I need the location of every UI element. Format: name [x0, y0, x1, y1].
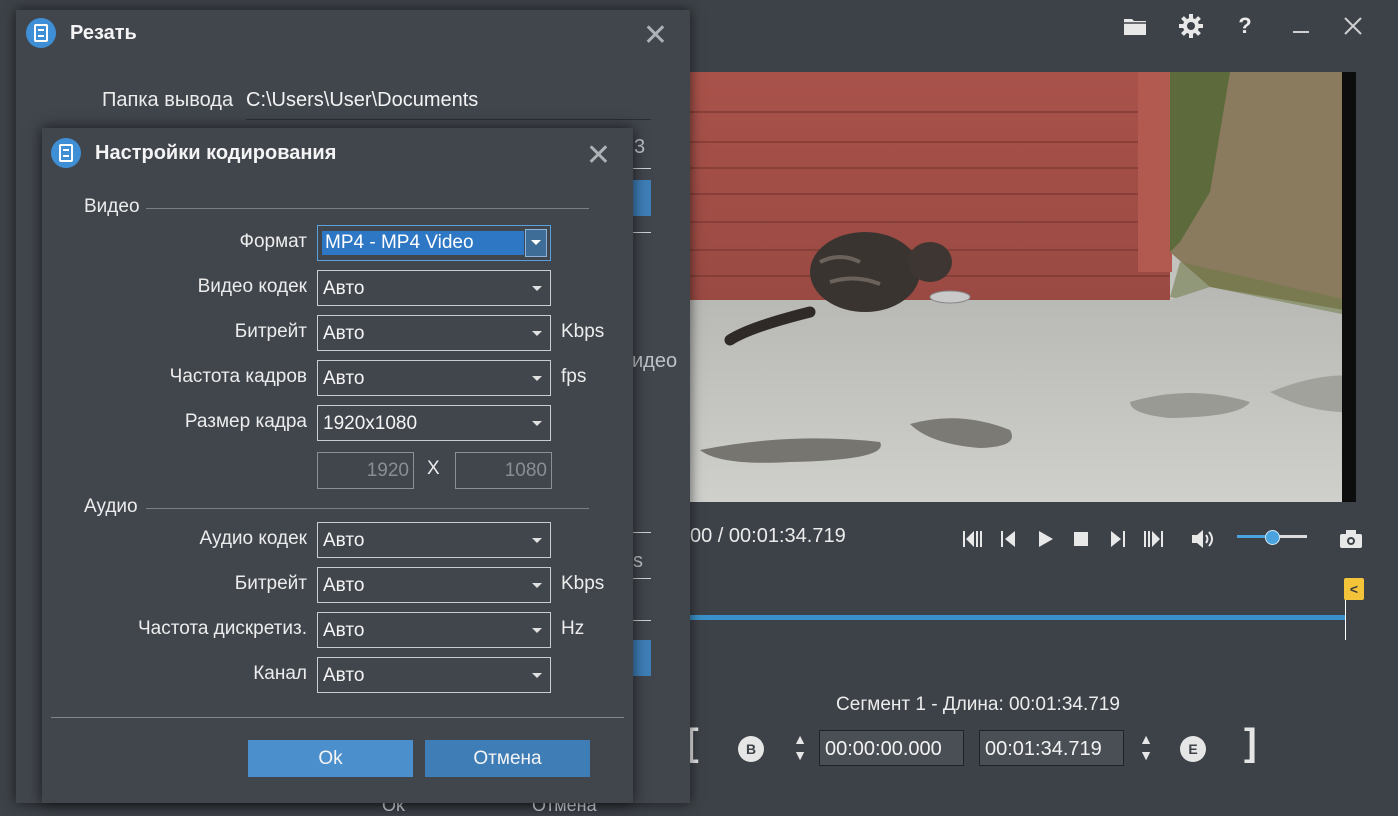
audio-codec-select[interactable]: Авто — [317, 522, 551, 558]
top-toolbar: ? — [1115, 8, 1398, 44]
audio-codec-label: Аудио кодек — [199, 528, 307, 549]
peek-blue-button-2[interactable] — [633, 640, 651, 676]
ok-button[interactable]: Ok — [248, 740, 413, 777]
chevron-down-icon[interactable] — [525, 229, 547, 257]
timeline-end-marker[interactable]: < — [1344, 578, 1364, 600]
format-select[interactable]: MP4 - MP4 Video — [317, 225, 551, 261]
chevron-down-icon — [532, 421, 542, 426]
peek-field-underline — [633, 168, 651, 169]
close-icon[interactable]: ✕ — [643, 18, 668, 53]
audio-codec-value: Авто — [323, 530, 365, 551]
audio-section-divider — [146, 508, 589, 509]
video-section-heading: Видео — [84, 196, 140, 217]
timeline-track[interactable] — [690, 615, 1345, 620]
video-bitrate-label: Битрейт — [234, 321, 307, 342]
folder-icon[interactable] — [1117, 8, 1153, 44]
audio-bitrate-label: Битрейт — [234, 573, 307, 594]
video-bitrate-unit: Kbps — [561, 321, 605, 342]
video-codec-select[interactable]: Авто — [317, 270, 551, 306]
sample-rate-select[interactable]: Авто — [317, 612, 551, 648]
volume-slider[interactable] — [1237, 530, 1307, 545]
minimize-icon[interactable] — [1283, 8, 1319, 44]
video-letterbox — [1342, 72, 1356, 502]
peek-divider-4 — [633, 620, 651, 621]
gear-icon[interactable] — [1173, 8, 1209, 44]
dialog-footer-divider — [51, 717, 624, 718]
chevron-down-icon — [532, 286, 542, 291]
chevron-down-icon — [532, 673, 542, 678]
audio-section-heading: Аудио — [84, 496, 138, 517]
chevron-down-icon — [532, 538, 542, 543]
sample-rate-value: Авто — [323, 620, 365, 641]
peek-divider — [633, 232, 651, 233]
video-bitrate-select[interactable]: Авто — [317, 315, 551, 351]
video-bitrate-value: Авто — [323, 323, 365, 344]
audio-bitrate-value: Авто — [323, 575, 365, 596]
set-begin-button[interactable]: B — [738, 736, 764, 762]
peek-divider-3 — [633, 578, 651, 579]
time-display: 00 / 00:01:34.719 — [690, 525, 846, 547]
camera-icon[interactable] — [1336, 525, 1366, 553]
film-app-icon — [26, 18, 56, 48]
peek-s-label: s — [633, 550, 643, 572]
output-folder-input[interactable]: C:\Users\User\Documents — [246, 89, 651, 120]
step-forward-icon[interactable] — [1102, 525, 1132, 553]
format-label: Формат — [239, 231, 308, 252]
end-time-stepper[interactable]: ▲ ▼ — [1134, 731, 1158, 767]
segment-end-bracket-icon[interactable]: ] — [1244, 722, 1257, 765]
output-folder-label: Папка вывода — [102, 89, 234, 111]
channel-value: Авто — [323, 665, 365, 686]
frame-size-x-label: X — [427, 458, 440, 479]
video-section-divider — [146, 208, 589, 209]
volume-icon[interactable] — [1188, 525, 1218, 553]
close-icon[interactable] — [1335, 8, 1371, 44]
video-preview[interactable] — [690, 72, 1356, 502]
frame-rate-label: Частота кадров — [169, 366, 307, 387]
channel-select[interactable]: Авто — [317, 657, 551, 693]
frame-rate-value: Авто — [323, 368, 365, 389]
frame-rate-unit: fps — [561, 366, 587, 387]
play-icon[interactable] — [1030, 525, 1060, 553]
frame-width-input[interactable]: 1920 — [317, 452, 414, 489]
chevron-down-icon — [532, 376, 542, 381]
peek-video-label: идео — [632, 350, 678, 372]
frame-forward-icon[interactable] — [1138, 525, 1168, 553]
frame-size-value: 1920x1080 — [323, 413, 418, 434]
frame-size-select[interactable]: 1920x1080 — [317, 405, 551, 441]
volume-knob[interactable] — [1265, 530, 1280, 545]
sample-rate-label: Частота дискретиз. — [137, 618, 307, 639]
peek-divider-2 — [633, 532, 651, 533]
audio-bitrate-unit: Kbps — [561, 573, 605, 594]
encoding-settings-dialog: Настройки кодирования ✕ Видео Формат MP4… — [42, 128, 633, 803]
start-time-input[interactable]: 00:00:00.000 — [819, 730, 964, 766]
stop-icon[interactable] — [1066, 525, 1096, 553]
chevron-down-icon — [532, 583, 542, 588]
audio-bitrate-select[interactable]: Авто — [317, 567, 551, 603]
step-back-icon[interactable] — [994, 525, 1024, 553]
cut-dialog-title: Резать — [70, 22, 137, 44]
frame-height-input[interactable]: 1080 — [455, 452, 552, 489]
encoding-dialog-title: Настройки кодирования — [95, 142, 337, 164]
set-end-button[interactable]: E — [1180, 736, 1206, 762]
frame-rate-select[interactable]: Авто — [317, 360, 551, 396]
cancel-button[interactable]: Отмена — [425, 740, 590, 777]
channel-label: Канал — [253, 663, 307, 684]
peek-field-value: 3 — [634, 136, 646, 158]
video-codec-label: Видео кодек — [197, 276, 307, 297]
chevron-down-icon — [532, 331, 542, 336]
film-app-icon — [51, 138, 81, 168]
help-icon[interactable]: ? — [1227, 8, 1263, 44]
video-frame-image — [690, 72, 1356, 502]
video-codec-value: Авто — [323, 278, 365, 299]
chevron-down-icon — [532, 628, 542, 633]
segment-info: Сегмент 1 - Длина: 00:01:34.719 — [836, 694, 1120, 715]
sample-rate-unit: Hz — [561, 618, 585, 639]
start-time-stepper[interactable]: ▲ ▼ — [788, 731, 812, 767]
format-value: MP4 - MP4 Video — [322, 231, 524, 255]
end-time-input[interactable]: 00:01:34.719 — [979, 730, 1124, 766]
close-icon[interactable]: ✕ — [586, 138, 611, 173]
frame-size-label: Размер кадра — [184, 411, 307, 432]
frame-back-icon[interactable] — [958, 525, 988, 553]
peek-blue-button[interactable] — [633, 180, 651, 216]
